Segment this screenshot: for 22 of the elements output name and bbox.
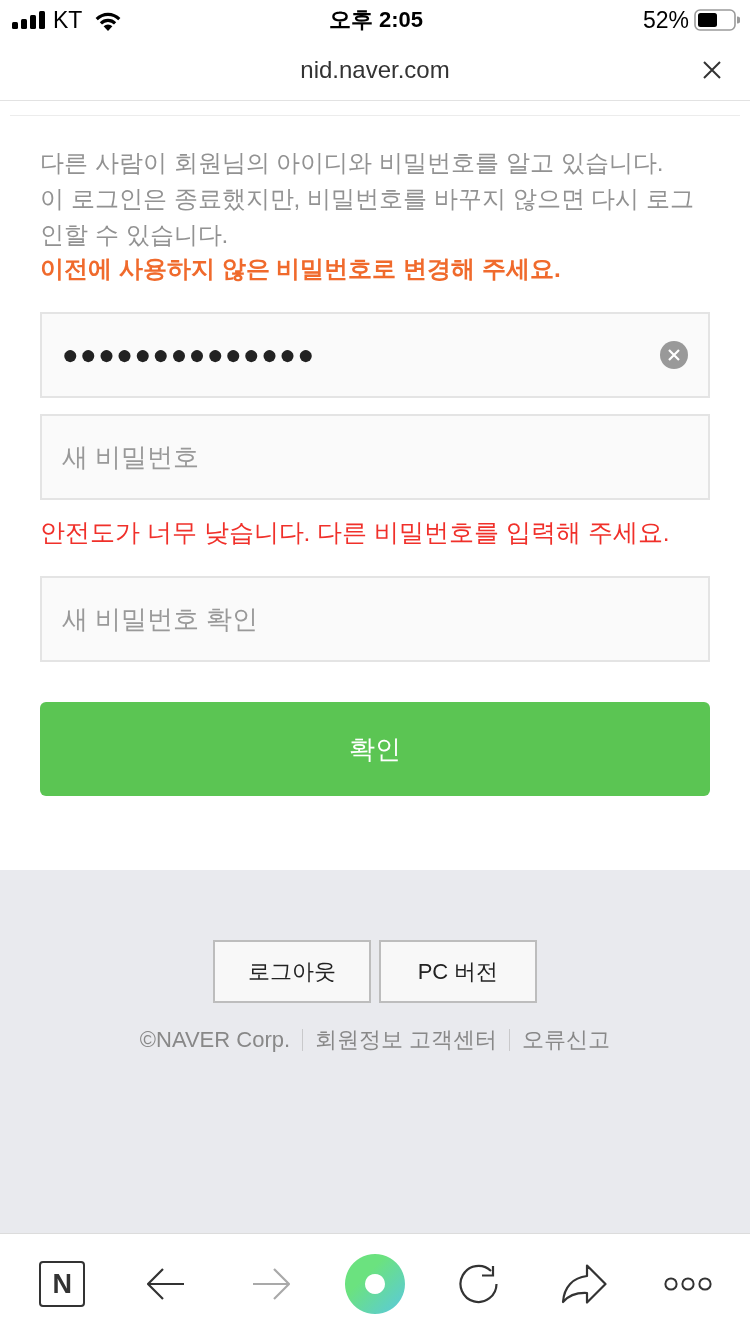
- password-field[interactable]: 새 비밀번호 확인: [40, 576, 710, 662]
- password-field[interactable]: 새 비밀번호: [40, 414, 710, 500]
- notice-text: 다른 사람이 회원님의 아이디와 비밀번호를 알고 있습니다.: [40, 148, 665, 178]
- home-button[interactable]: N: [39, 1261, 86, 1307]
- refresh-button[interactable]: [458, 1264, 501, 1304]
- back-button[interactable]: [147, 1268, 186, 1300]
- notice-text: 이 로그인은 종료했지만, 비밀번호를 바꾸지 않으면 다시 로그인할 수 있습니다.: [40, 184, 696, 250]
- footer-button[interactable]: 로그아웃: [213, 940, 371, 1003]
- footer-button[interactable]: PC 버전: [379, 940, 537, 1003]
- warning-text: 이전에 사용하지 않은 비밀번호로 변경해 주세요.: [40, 254, 562, 284]
- clock-time: 오후 2:05: [328, 6, 424, 34]
- signal-icon: [12, 11, 46, 29]
- password-field[interactable]: ●●●●●●●●●●●●●●: [40, 312, 710, 398]
- clear-icon[interactable]: [660, 341, 688, 369]
- error-message: 안전도가 너무 낮습니다. 다른 비밀번호를 입력해 주세요.: [40, 518, 671, 548]
- carrier-name: KT: [53, 6, 83, 34]
- close-button[interactable]: [703, 61, 721, 79]
- page-url: nid.naver.com: [300, 56, 450, 84]
- more-button[interactable]: [663, 1277, 712, 1291]
- share-button[interactable]: [560, 1264, 607, 1304]
- battery-icon: [694, 9, 740, 31]
- battery-percent: 52%: [642, 6, 689, 34]
